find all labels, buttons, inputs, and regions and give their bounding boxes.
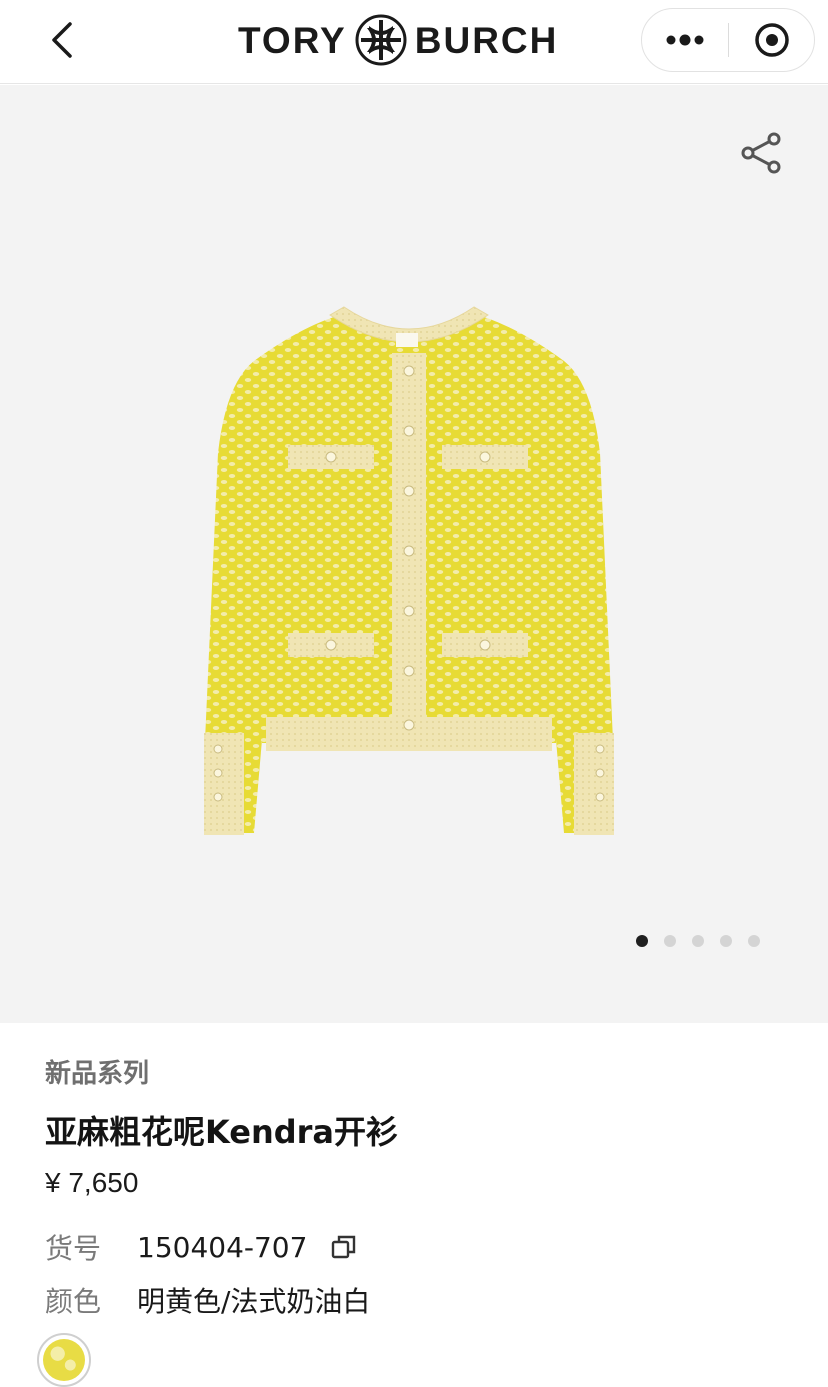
- cardigan-product-image: [204, 306, 614, 835]
- color-swatch[interactable]: [37, 1333, 91, 1387]
- color-swatch-fill: [43, 1339, 85, 1381]
- collection-label: 新品系列: [45, 1059, 150, 1089]
- miniprogram-capsule: [641, 8, 815, 72]
- copy-icon: [332, 1235, 356, 1259]
- brand-logo: TORY BURCH: [238, 14, 558, 66]
- product-image-gallery[interactable]: [0, 85, 828, 1023]
- pagination-dot[interactable]: [720, 935, 732, 947]
- top-bar: TORY BURCH: [0, 0, 828, 84]
- color-label: 颜色: [45, 1285, 102, 1318]
- back-button[interactable]: [40, 18, 84, 62]
- sku-row: 货号 150404-707: [45, 1227, 359, 1267]
- more-dots-icon: [666, 34, 704, 46]
- share-button[interactable]: [738, 129, 786, 177]
- product-info: 新品系列 亚麻粗花呢Kendra开衫 ¥ 7,650 货号 150404-707…: [0, 1023, 828, 1387]
- pagination-dot[interactable]: [664, 935, 676, 947]
- share-icon: [741, 132, 781, 174]
- brand-name-right: BURCH: [414, 19, 559, 61]
- more-button[interactable]: [642, 9, 728, 71]
- pagination-dot[interactable]: [748, 935, 760, 947]
- sku-value: 150404-707: [137, 1230, 308, 1264]
- color-row: 颜色 明黄色/法式奶油白: [45, 1280, 370, 1320]
- chevron-left-icon: [52, 22, 72, 58]
- pagination-dot[interactable]: [692, 935, 704, 947]
- copy-sku-button[interactable]: [329, 1232, 359, 1262]
- product-title: 亚麻粗花呢Kendra开衫: [45, 1113, 399, 1151]
- color-value: 明黄色/法式奶油白: [137, 1285, 371, 1318]
- target-circle-icon: [754, 23, 789, 57]
- tory-burch-emblem-icon: [355, 14, 407, 66]
- sku-label: 货号: [45, 1232, 102, 1265]
- product-price: ¥ 7,650: [45, 1167, 139, 1198]
- pagination-dot-active[interactable]: [636, 935, 648, 947]
- gallery-pagination: [636, 935, 760, 947]
- close-miniprogram-button[interactable]: [729, 9, 814, 71]
- brand-name-left: TORY: [238, 19, 347, 61]
